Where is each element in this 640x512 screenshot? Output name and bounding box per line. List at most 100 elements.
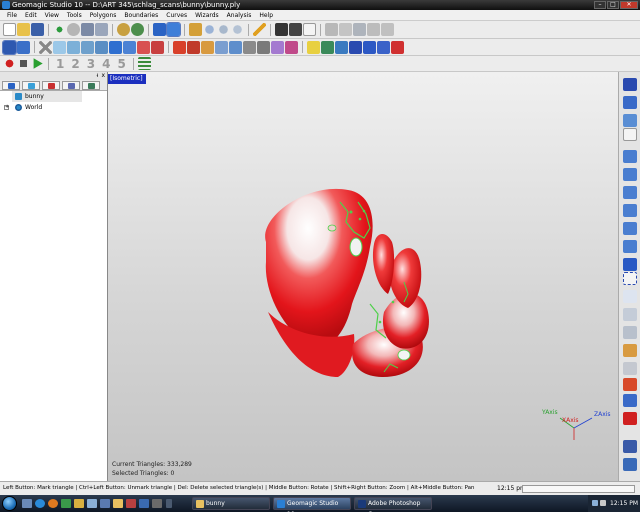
- zoom-out-icon[interactable]: [217, 23, 230, 36]
- open-file-icon[interactable]: [17, 23, 30, 36]
- close-boundary-icon[interactable]: [391, 40, 404, 54]
- sharpen-icon[interactable]: [229, 40, 242, 54]
- menu-tools[interactable]: Tools: [63, 12, 86, 19]
- export-icon[interactable]: [381, 23, 394, 36]
- task-geomagic[interactable]: Geomagic Studio 10...: [273, 497, 351, 512]
- view-top-icon[interactable]: [623, 222, 637, 235]
- pan-icon[interactable]: [189, 23, 202, 36]
- select-mode-icon[interactable]: [153, 23, 166, 36]
- maximize-button[interactable]: □: [607, 1, 619, 9]
- select-brush-icon[interactable]: [623, 308, 637, 321]
- task-bunny-folder[interactable]: bunny: [192, 497, 270, 510]
- render-shaded-icon[interactable]: [623, 378, 637, 391]
- pencil-icon[interactable]: [253, 23, 266, 36]
- fill-bridge-icon[interactable]: [187, 40, 200, 54]
- mesh-doctor-icon[interactable]: [95, 40, 108, 54]
- relax-icon[interactable]: [137, 40, 150, 54]
- mesh-cube-icon[interactable]: [81, 23, 94, 36]
- wave-icon[interactable]: [349, 40, 362, 54]
- select-points-icon[interactable]: [53, 23, 66, 36]
- render-smooth-icon[interactable]: [623, 394, 637, 407]
- view-back-icon[interactable]: [623, 168, 637, 181]
- pencil-draw-icon[interactable]: [623, 344, 637, 357]
- select-region-icon[interactable]: [17, 40, 30, 54]
- play-icon[interactable]: [33, 58, 43, 69]
- redo-icon[interactable]: [131, 23, 144, 36]
- search-icon[interactable]: [87, 499, 97, 508]
- ie-icon[interactable]: [35, 499, 45, 508]
- highlight-icon[interactable]: [307, 40, 320, 54]
- select-rect-icon[interactable]: [623, 272, 637, 285]
- view-front-icon[interactable]: [623, 150, 637, 163]
- cube-split-icon[interactable]: [123, 40, 136, 54]
- menu-file[interactable]: File: [3, 12, 21, 19]
- start-button[interactable]: [2, 496, 17, 511]
- boundary-edit-icon[interactable]: [285, 40, 298, 54]
- step-1-button[interactable]: 1: [53, 57, 67, 71]
- paint-icon[interactable]: [325, 23, 338, 36]
- tweezers-icon[interactable]: [53, 40, 66, 54]
- pin-icon[interactable]: ᵼ: [97, 72, 98, 79]
- step-2-button[interactable]: 2: [68, 57, 82, 71]
- tree-item-bunny[interactable]: bunny: [0, 91, 107, 102]
- group-icon[interactable]: [95, 23, 108, 36]
- network-icon[interactable]: [592, 500, 598, 506]
- 3d-viewport[interactable]: [Isometric] Current Triangles: 333,289 S…: [108, 72, 618, 481]
- rotate-mode-icon[interactable]: [166, 22, 181, 37]
- step-3-button[interactable]: 3: [84, 57, 98, 71]
- menu-view[interactable]: View: [41, 12, 63, 19]
- firefox-icon[interactable]: [48, 499, 58, 508]
- video-icon[interactable]: [289, 23, 302, 36]
- program2-icon[interactable]: [139, 499, 149, 508]
- render-wire-icon[interactable]: [623, 440, 637, 453]
- select-through-icon[interactable]: [623, 362, 637, 375]
- sequence-list-icon[interactable]: [137, 57, 151, 70]
- menu-polygons[interactable]: Polygons: [86, 12, 121, 19]
- view-layer-icon[interactable]: [623, 114, 637, 127]
- switch-windows-icon[interactable]: [100, 499, 110, 508]
- snapshot-icon[interactable]: [367, 23, 380, 36]
- zoom-in-icon[interactable]: [203, 23, 216, 36]
- show-desktop-icon[interactable]: [22, 499, 32, 508]
- clock[interactable]: 12:15 PM: [610, 500, 638, 507]
- save-icon[interactable]: [31, 23, 44, 36]
- task-photoshop[interactable]: Adobe Photoshop C...: [354, 497, 432, 512]
- measure-icon[interactable]: [335, 40, 348, 54]
- curvature-icon[interactable]: [363, 40, 376, 54]
- expand-quicklaunch-icon[interactable]: [166, 499, 172, 508]
- expand-icon[interactable]: +: [4, 105, 9, 110]
- tree-item-world[interactable]: + World: [0, 102, 107, 113]
- folder-icon[interactable]: [113, 499, 123, 508]
- volume-icon[interactable]: [600, 500, 606, 506]
- zoom-window-icon[interactable]: [231, 23, 244, 36]
- view-gradient-icon[interactable]: [623, 96, 637, 109]
- tab-dialog[interactable]: [42, 81, 60, 90]
- remove-spikes-icon[interactable]: [151, 40, 164, 54]
- new-file-icon[interactable]: [3, 23, 16, 36]
- minimize-button[interactable]: –: [594, 1, 606, 9]
- menu-curves[interactable]: Curves: [162, 12, 191, 19]
- camera-icon[interactable]: [275, 23, 288, 36]
- defeature-icon[interactable]: [215, 40, 228, 54]
- menu-edit[interactable]: Edit: [21, 12, 41, 19]
- close-button[interactable]: ✕: [620, 1, 638, 9]
- view-background-icon[interactable]: [623, 78, 637, 91]
- decimate-icon[interactable]: [377, 40, 390, 54]
- fill-hole-icon[interactable]: [67, 40, 80, 54]
- explorer-icon[interactable]: [74, 499, 84, 508]
- render-points-icon[interactable]: [623, 458, 637, 471]
- menu-analysis[interactable]: Analysis: [223, 12, 256, 19]
- plane-icon[interactable]: [271, 40, 284, 54]
- shape-icon[interactable]: [353, 23, 366, 36]
- menu-help[interactable]: Help: [255, 12, 277, 19]
- select-lasso-icon[interactable]: [623, 290, 637, 303]
- step-5-button[interactable]: 5: [114, 57, 128, 71]
- view-toggle-icon[interactable]: [623, 128, 637, 141]
- select-triangles-icon[interactable]: [2, 39, 17, 55]
- view-iso-icon[interactable]: [623, 258, 637, 271]
- tab-layers[interactable]: [62, 81, 80, 90]
- tab-sequence[interactable]: [82, 81, 100, 90]
- eraser-icon[interactable]: [339, 23, 352, 36]
- sandpaper-icon[interactable]: [201, 40, 214, 54]
- record-icon[interactable]: [3, 57, 16, 70]
